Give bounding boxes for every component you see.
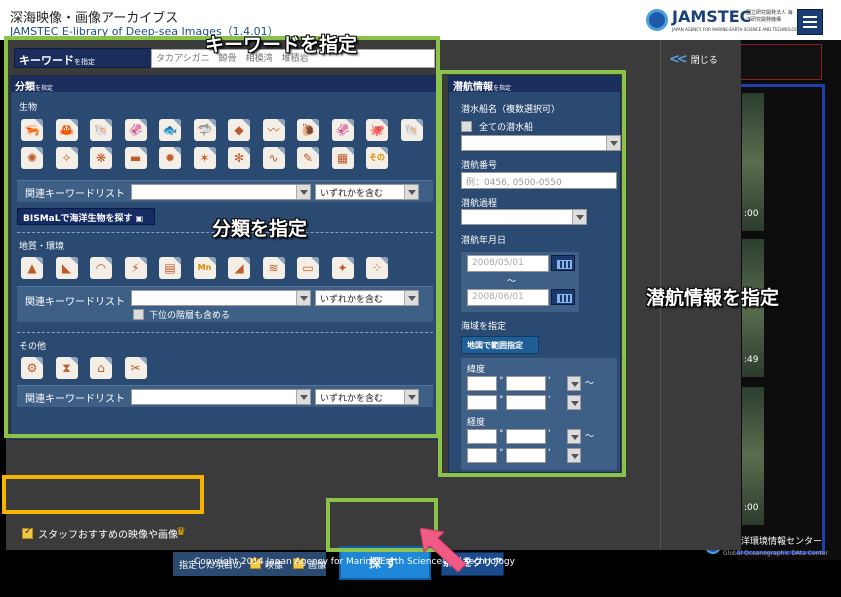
staff-picks-checkbox[interactable]: [22, 526, 33, 539]
menu-bar-icon: [803, 16, 817, 18]
staff-picks-label: スタッフおすすめの映像や画像: [38, 530, 178, 541]
thumbnail-time: :49: [744, 355, 759, 365]
center-name-en: Global Oceanographic DAta Center: [723, 550, 828, 557]
menu-bar-icon: [803, 21, 817, 23]
background-toolbar: [737, 44, 822, 80]
annotation-dive: 潜航情報を指定: [646, 287, 780, 309]
thumbnail-time: :00: [744, 209, 759, 219]
site-header: 深海映像・画像アーカイブス JAMSTEC E-library of Deep-…: [0, 0, 841, 40]
menu-bar-icon: [803, 26, 817, 28]
crown-icon: ♛: [176, 525, 186, 538]
double-chevron-left-icon: <<: [669, 52, 688, 67]
close-label: 閉じる: [690, 56, 718, 66]
jamstec-logo[interactable]: JAMSTEC 国立研究開発法人 海洋研究開発機構 JAPAN AGENCY F…: [646, 6, 800, 36]
background-thumbnail-list: :00 :49 :00: [737, 84, 825, 554]
pointer-arrow-icon: [420, 528, 467, 573]
globe-logo-icon: [646, 9, 668, 31]
logo-en-text: JAPAN AGENCY FOR MARINE-EARTH SCIENCE AN…: [672, 27, 801, 32]
logo-jp-text: 国立研究開発法人 海洋研究開発機構: [746, 10, 793, 23]
logo-text: JAMSTEC: [672, 7, 752, 26]
thumbnail-time: :00: [744, 503, 759, 513]
hamburger-menu-button[interactable]: [797, 9, 823, 35]
annotation-classification: 分類を指定: [212, 218, 308, 240]
close-button[interactable]: << 閉じる: [669, 52, 718, 67]
annotation-frame-staff: [2, 475, 204, 514]
annotation-keyword: キーワードを指定: [205, 34, 358, 56]
annotation-frame-dive: [438, 70, 626, 477]
staff-picks-row[interactable]: スタッフおすすめの映像や画像 ♛: [16, 522, 196, 544]
